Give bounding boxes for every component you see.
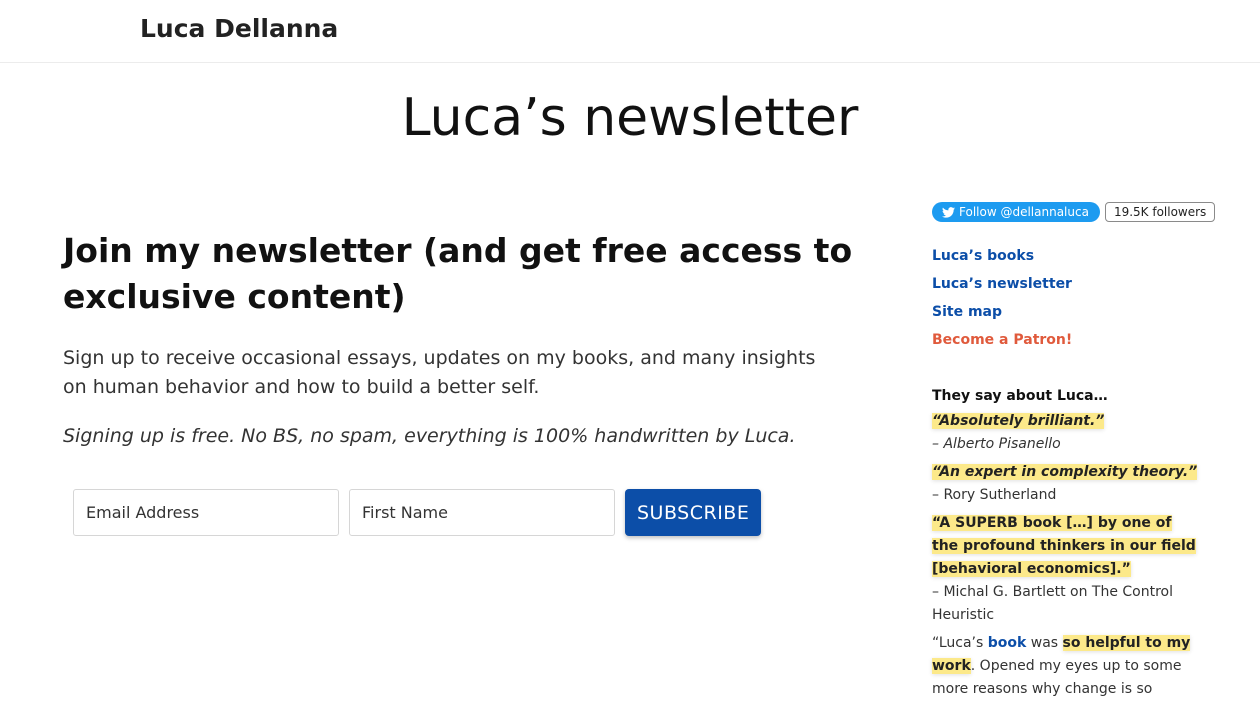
testimonial-author: – Michal G. Bartlett on The Control Heur… bbox=[932, 584, 1174, 623]
twitter-follow-widget: Follow @dellannaluca 19.5K followers bbox=[932, 202, 1222, 222]
testimonial-item: “Luca’s book was so helpful to my work. … bbox=[932, 632, 1200, 701]
follower-count[interactable]: 19.5K followers bbox=[1104, 202, 1216, 222]
testimonial-item: “A SUPERB book […] by one of the profoun… bbox=[932, 512, 1200, 627]
twitter-follow-button[interactable]: Follow @dellannaluca bbox=[932, 202, 1100, 222]
subscribe-button[interactable]: SUBSCRIBE bbox=[625, 489, 762, 536]
page-title: Luca’s newsletter bbox=[401, 88, 859, 148]
testimonial-author: – Alberto Pisanello bbox=[932, 436, 1061, 452]
email-input[interactable] bbox=[73, 489, 339, 536]
testimonial-item: “An expert in complexity theory.” – Rory… bbox=[932, 461, 1200, 507]
testimonial-item: “Absolutely brilliant.” – Alberto Pisane… bbox=[932, 410, 1200, 456]
newsletter-section: Join my newsletter (and get free access … bbox=[63, 228, 863, 536]
testimonials-heading: They say about Luca… bbox=[932, 388, 1108, 404]
sidebar-link-site-map[interactable]: Site map bbox=[932, 298, 1222, 326]
twitter-bird-icon bbox=[942, 206, 955, 218]
testimonial-book-link[interactable]: book bbox=[988, 635, 1027, 651]
twitter-follow-label: Follow @dellannaluca bbox=[959, 205, 1089, 219]
sidebar-link-patron[interactable]: Become a Patron! bbox=[932, 326, 1222, 354]
testimonial-text-prefix: “Luca’s bbox=[932, 635, 988, 651]
testimonials: They say about Luca… “Absolutely brillia… bbox=[932, 385, 1200, 701]
signup-form: SUBSCRIBE bbox=[73, 489, 762, 536]
newsletter-note: Signing up is free. No BS, no spam, ever… bbox=[63, 425, 796, 447]
site-header: Luca Dellanna bbox=[0, 0, 1260, 63]
sidebar-link-newsletter[interactable]: Luca’s newsletter bbox=[932, 270, 1222, 298]
first-name-input[interactable] bbox=[349, 489, 615, 536]
newsletter-heading: Join my newsletter (and get free access … bbox=[63, 231, 853, 316]
testimonial-text-middle: was bbox=[1026, 635, 1063, 651]
testimonial-quote: “An expert in complexity theory.” bbox=[932, 464, 1198, 480]
sidebar-nav: Luca’s books Luca’s newsletter Site map … bbox=[932, 242, 1222, 354]
testimonial-quote: “Absolutely brilliant.” bbox=[932, 413, 1105, 429]
testimonial-author: – Rory Sutherland bbox=[932, 487, 1057, 503]
newsletter-description: Sign up to receive occasional essays, up… bbox=[63, 347, 816, 398]
site-title-link[interactable]: Luca Dellanna bbox=[140, 14, 338, 43]
sidebar-link-books[interactable]: Luca’s books bbox=[932, 242, 1222, 270]
testimonial-quote: “A SUPERB book […] by one of the profoun… bbox=[932, 515, 1196, 577]
sidebar: Follow @dellannaluca 19.5K followers Luc… bbox=[932, 202, 1222, 701]
